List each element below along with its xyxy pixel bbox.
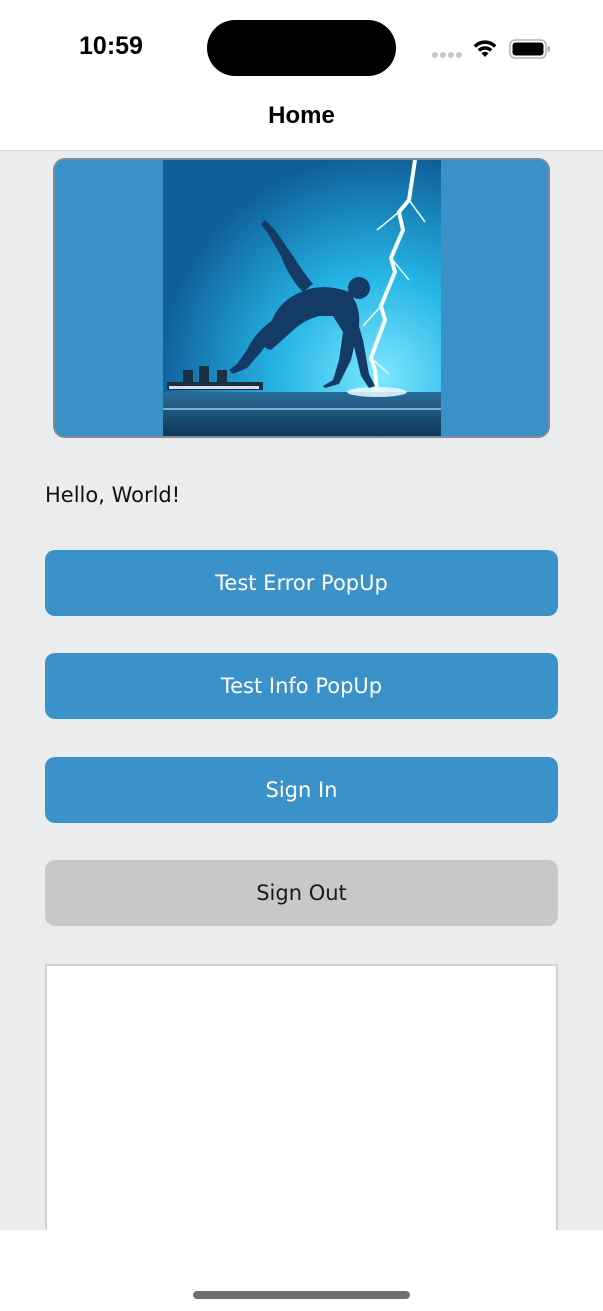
sign-out-button[interactable]: Sign Out (45, 860, 558, 926)
greeting-text: Hello, World! (45, 483, 181, 507)
page-title: Home (268, 102, 335, 129)
hero-banner (53, 158, 550, 438)
status-bar: 10:59 (0, 0, 603, 96)
test-info-popup-button[interactable]: Test Info PopUp (45, 653, 558, 719)
wifi-icon (473, 40, 497, 57)
battery-icon (509, 39, 550, 59)
dynamic-island (207, 20, 396, 76)
status-time: 10:59 (79, 32, 143, 60)
cellular-signal-icon (432, 52, 462, 58)
test-error-popup-button[interactable]: Test Error PopUp (45, 550, 558, 616)
bottom-safe-area (0, 1230, 603, 1311)
log-text-area[interactable] (45, 964, 558, 1230)
sign-in-button[interactable]: Sign In (45, 757, 558, 823)
sprinter-lightning-image (163, 160, 441, 436)
main-content: Hello, World! Test Error PopUp Test Info… (0, 151, 603, 1230)
home-indicator[interactable] (193, 1291, 410, 1299)
navigation-bar: Home (0, 96, 603, 151)
